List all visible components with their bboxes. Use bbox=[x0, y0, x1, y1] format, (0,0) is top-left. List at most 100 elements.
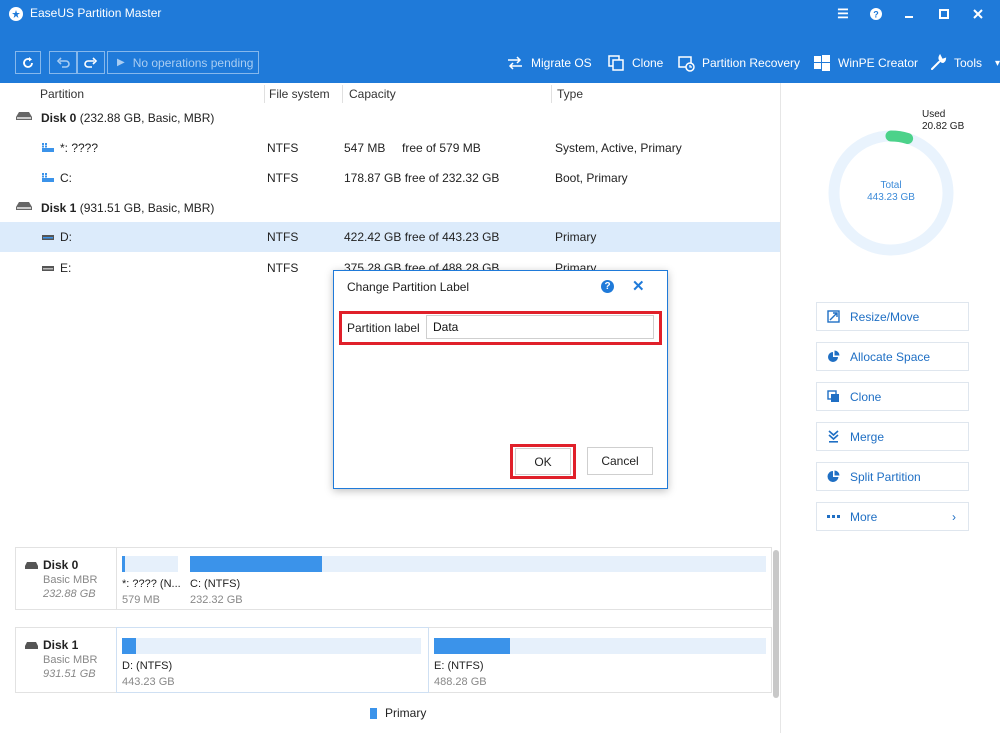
partition-row-c[interactable]: C: NTFS 178.87 GB free of 232.32 GB Boot… bbox=[0, 163, 780, 193]
diskmap-part-label: C: (NTFS) bbox=[190, 578, 241, 590]
diskmap-disk-size: 931.51 GB bbox=[43, 668, 96, 680]
disk-row-label: Disk 1 (931.51 GB, Basic, MBR) bbox=[41, 201, 214, 215]
resize-icon bbox=[827, 310, 840, 323]
column-type[interactable]: Type bbox=[557, 87, 583, 101]
nav-partition-recovery[interactable]: Partition Recovery bbox=[677, 53, 800, 73]
column-partition[interactable]: Partition bbox=[40, 87, 84, 101]
chevron-down-icon: ▾ bbox=[995, 57, 1000, 69]
partition-capacity: 178.87 GB free of 232.32 GB bbox=[344, 171, 500, 185]
disk-row-label: Disk 0 (232.88 GB, Basic, MBR) bbox=[41, 111, 214, 125]
diskmap-part-bar[interactable] bbox=[434, 638, 766, 654]
diskmap-disk-name: Disk 0 bbox=[43, 558, 79, 572]
column-file-system[interactable]: File system bbox=[269, 87, 330, 101]
legend: Primary bbox=[370, 706, 426, 720]
diskmap-part-label: E: (NTFS) bbox=[434, 660, 484, 672]
clone-icon bbox=[608, 55, 624, 71]
diskmap-part-bar[interactable] bbox=[122, 556, 178, 572]
nav-winpe-creator[interactable]: WinPE Creator bbox=[813, 53, 918, 73]
partition-capacity-free: free of 579 MB bbox=[402, 141, 481, 155]
play-icon: ▶ bbox=[117, 57, 125, 68]
close-icon[interactable]: ✕ bbox=[632, 277, 645, 295]
recovery-icon bbox=[678, 56, 695, 72]
partition-label-caption: Partition label bbox=[347, 321, 420, 335]
disk-icon bbox=[16, 112, 32, 120]
disk-row-0[interactable]: Disk 0 (232.88 GB, Basic, MBR) bbox=[0, 103, 780, 133]
nav-tools[interactable]: Tools ▾ bbox=[929, 53, 1000, 73]
clone-label: Clone bbox=[850, 389, 882, 404]
total-label: Total bbox=[880, 180, 902, 191]
more-button[interactable]: More › bbox=[816, 502, 969, 531]
more-icon bbox=[827, 515, 840, 518]
undo-button[interactable] bbox=[49, 51, 77, 74]
partition-type: Primary bbox=[555, 230, 597, 244]
partition-list-header: Partition File system Capacity Type bbox=[0, 83, 780, 105]
diskmap-scrollbar[interactable] bbox=[773, 550, 779, 698]
minimize-icon[interactable] bbox=[897, 4, 921, 24]
app-logo-icon bbox=[9, 7, 23, 21]
merge-label: Merge bbox=[850, 429, 885, 444]
diskmap-disk-size: 232.88 GB bbox=[43, 588, 96, 600]
partition-type: Boot, Primary bbox=[555, 171, 628, 185]
column-divider[interactable] bbox=[342, 85, 343, 103]
allocate-space-label: Allocate Space bbox=[850, 349, 931, 364]
close-window-icon[interactable] bbox=[966, 4, 990, 24]
nav-migrate-os[interactable]: Migrate OS bbox=[506, 53, 592, 73]
usage-total: Total 443.23 GB bbox=[826, 180, 956, 204]
partition-row-system[interactable]: *: ???? NTFS 547 MB free of 579 MB Syste… bbox=[0, 133, 780, 163]
column-capacity[interactable]: Capacity bbox=[349, 87, 396, 101]
maximize-icon[interactable] bbox=[932, 4, 956, 24]
nav-clone-label: Clone bbox=[632, 56, 664, 70]
partition-label-input[interactable] bbox=[426, 315, 654, 339]
resize-move-button[interactable]: Resize/Move bbox=[816, 302, 969, 331]
nav-partition-recovery-label: Partition Recovery bbox=[702, 56, 801, 70]
partition-row-d[interactable]: D: NTFS 422.42 GB free of 443.23 GB Prim… bbox=[0, 222, 780, 252]
diskmap-part-bar[interactable] bbox=[122, 638, 421, 654]
disk-name: Disk 0 bbox=[41, 111, 77, 125]
diskmap-part-bar[interactable] bbox=[190, 556, 766, 572]
disk-row-1[interactable]: Disk 1 (931.51 GB, Basic, MBR) bbox=[0, 193, 780, 223]
clone-partition-button[interactable]: Clone bbox=[816, 382, 969, 411]
diskmap-divider bbox=[116, 548, 117, 609]
help-icon[interactable]: ? bbox=[601, 280, 614, 293]
partition-drive-icon bbox=[42, 235, 54, 240]
disk-detail: (232.88 GB, Basic, MBR) bbox=[79, 111, 215, 125]
apply-pending-button[interactable]: ▶ No operations pending bbox=[107, 51, 259, 74]
partition-name: C: bbox=[60, 171, 72, 185]
migrate-icon bbox=[508, 56, 522, 70]
diskmap-disk-0[interactable]: Disk 0 Basic MBR 232.88 GB *: ???? (N...… bbox=[15, 547, 772, 610]
column-divider[interactable] bbox=[551, 85, 552, 103]
allocate-space-button[interactable]: Allocate Space bbox=[816, 342, 969, 371]
redo-icon bbox=[84, 56, 98, 68]
diskmap-part-label: *: ???? (N... bbox=[122, 578, 181, 590]
menu-icon[interactable]: ☰ bbox=[831, 4, 855, 24]
partition-fs: NTFS bbox=[267, 261, 299, 275]
partition-name: *: ???? bbox=[60, 141, 99, 155]
refresh-button[interactable] bbox=[15, 51, 41, 74]
diskmap-disk-1[interactable]: Disk 1 Basic MBR 931.51 GB D: (NTFS) 443… bbox=[15, 627, 772, 693]
redo-button[interactable] bbox=[77, 51, 105, 74]
diskmap-part-label: D: (NTFS) bbox=[122, 660, 173, 672]
diskmap-part-size: 232.32 GB bbox=[190, 594, 243, 606]
nav-clone[interactable]: Clone bbox=[607, 53, 663, 73]
help-icon[interactable]: ? bbox=[864, 4, 888, 24]
diskmap-disk-type: Basic MBR bbox=[43, 574, 98, 586]
split-icon bbox=[827, 470, 840, 482]
cancel-button[interactable]: Cancel bbox=[587, 447, 653, 475]
ok-button[interactable]: OK bbox=[515, 448, 571, 475]
column-divider[interactable] bbox=[264, 85, 265, 103]
merge-button[interactable]: Merge bbox=[816, 422, 969, 451]
system-partition-icon bbox=[42, 173, 54, 182]
partition-drive-icon bbox=[42, 266, 54, 271]
used-label: Used bbox=[922, 109, 946, 120]
chevron-right-icon: › bbox=[952, 510, 956, 524]
windows-icon bbox=[814, 55, 830, 71]
split-partition-button[interactable]: Split Partition bbox=[816, 462, 969, 491]
partition-used-fill bbox=[190, 556, 323, 572]
legend-primary-label: Primary bbox=[385, 706, 427, 720]
partition-fs: NTFS bbox=[267, 171, 299, 185]
partition-capacity: 547 MB bbox=[344, 141, 386, 155]
undo-icon bbox=[56, 56, 70, 68]
system-partition-icon bbox=[42, 143, 54, 152]
partition-name: D: bbox=[60, 230, 72, 244]
pie-icon bbox=[828, 350, 840, 362]
